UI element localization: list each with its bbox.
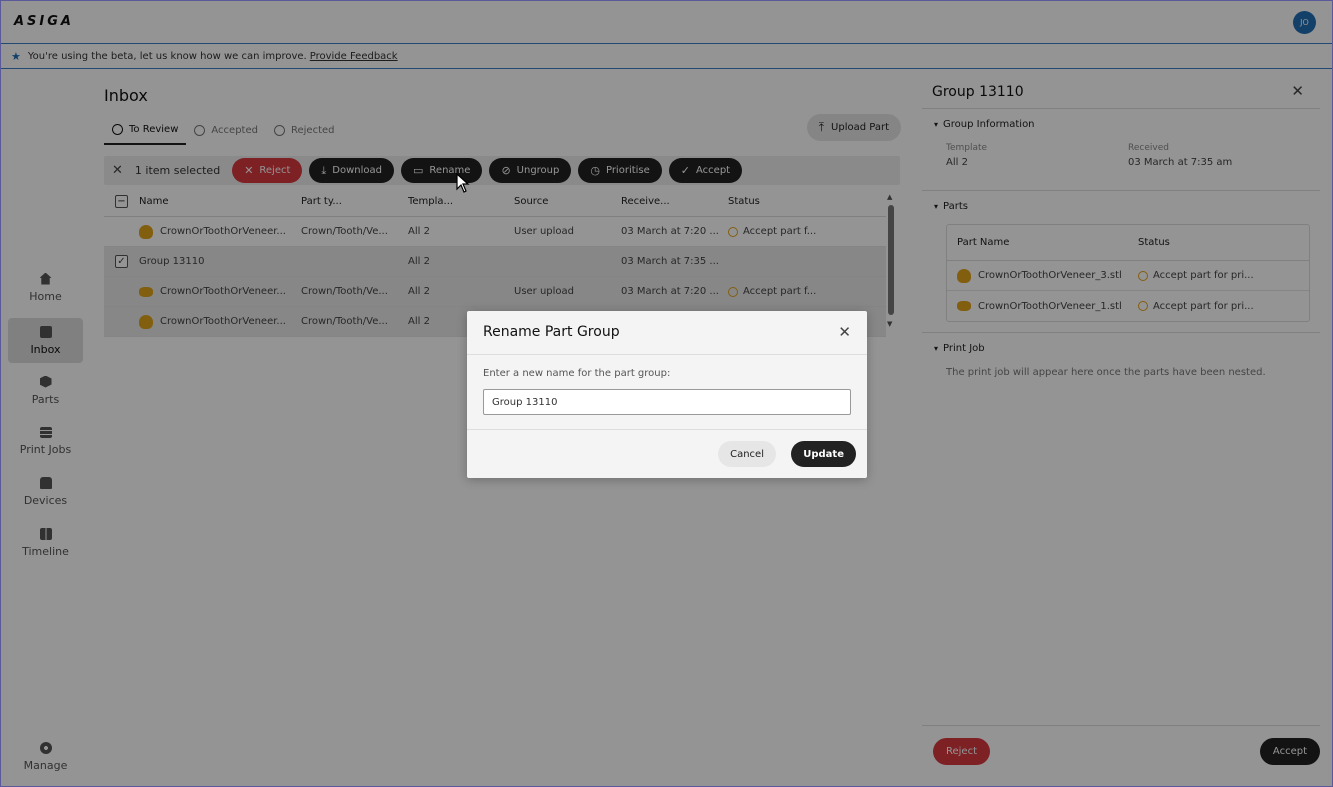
app-window: ASIGA JO ★ You're using the beta, let us… xyxy=(0,0,1333,787)
close-dialog-icon[interactable]: ✕ xyxy=(838,323,851,341)
divider xyxy=(467,354,867,355)
group-name-input[interactable] xyxy=(483,389,851,415)
dialog-title: Rename Part Group xyxy=(483,324,620,340)
update-button[interactable]: Update xyxy=(791,441,856,467)
cancel-button[interactable]: Cancel xyxy=(718,441,776,467)
group-name-label: Enter a new name for the part group: xyxy=(483,368,671,379)
rename-part-group-dialog: Rename Part Group ✕ Enter a new name for… xyxy=(467,311,867,478)
divider xyxy=(467,429,867,430)
